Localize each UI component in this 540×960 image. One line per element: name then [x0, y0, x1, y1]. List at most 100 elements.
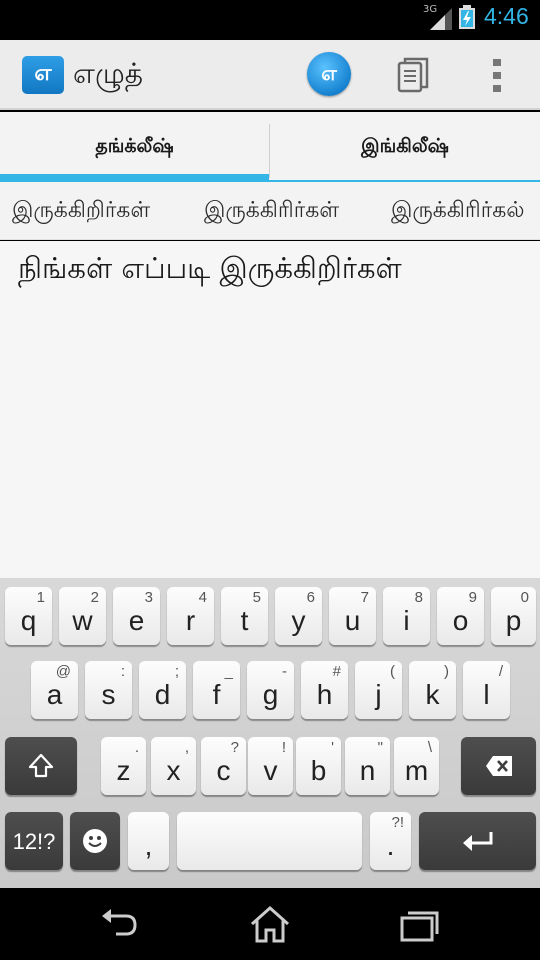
- backspace-key[interactable]: [461, 737, 536, 795]
- key-label: l: [483, 679, 490, 710]
- shift-key[interactable]: [5, 737, 77, 795]
- clock: 4:46: [484, 3, 529, 29]
- key-label: x: [166, 755, 181, 786]
- key-hint: (: [390, 663, 395, 680]
- key-label: i: [403, 605, 410, 636]
- key-hint: 6: [306, 589, 315, 606]
- tab-label: இங்கிலீஷ்: [361, 134, 449, 157]
- key-v[interactable]: ! v: [248, 737, 293, 795]
- key-m[interactable]: \ m: [394, 737, 439, 795]
- key-p[interactable]: 0p: [491, 587, 536, 645]
- back-icon[interactable]: [98, 904, 142, 944]
- overflow-menu-icon[interactable]: [484, 54, 510, 96]
- emoji-key[interactable]: [70, 812, 120, 870]
- key-s[interactable]: :s: [85, 661, 132, 719]
- key-t[interactable]: 5t: [221, 587, 268, 645]
- copy-icon[interactable]: [396, 56, 430, 94]
- key-n[interactable]: " n: [345, 737, 390, 795]
- tamil-mode-icon[interactable]: எ: [307, 52, 351, 96]
- key-hint: \: [427, 739, 432, 756]
- key-hint: 2: [90, 589, 99, 606]
- emoji-icon: [83, 829, 107, 853]
- key-hint: ?!: [391, 814, 404, 831]
- key-hint: /: [498, 663, 503, 680]
- key-hint: @: [55, 663, 71, 680]
- key-l[interactable]: / l: [463, 661, 510, 719]
- keyboard: 1q 2w 3e 4r 5t 6y 7u 8i 9o 0p @ a :s ; d _…: [0, 578, 540, 888]
- key-u[interactable]: 7u: [329, 587, 376, 645]
- key-g[interactable]: -g: [247, 661, 294, 719]
- key-f[interactable]: _ f: [193, 661, 240, 719]
- key-label: p: [505, 605, 522, 636]
- key-label: a: [46, 679, 63, 710]
- key-x[interactable]: ,x: [151, 737, 196, 795]
- key-hint: 4: [198, 589, 207, 606]
- key-label: y: [291, 605, 306, 636]
- key-label: 12!?: [12, 829, 56, 854]
- key-label: w: [72, 605, 93, 636]
- suggestion-item[interactable]: இருக்கிரிர்கள்: [204, 198, 339, 226]
- key-label: k: [425, 679, 440, 710]
- status-bar: 3G 4:46: [0, 0, 540, 40]
- key-i[interactable]: 8i: [383, 587, 430, 645]
- key-hint: ?: [230, 739, 239, 756]
- tab-thanglish[interactable]: தங்க்லீஷ்: [0, 112, 269, 182]
- app-logo-text: எ: [34, 61, 52, 86]
- key-label: j: [375, 679, 382, 710]
- enter-key[interactable]: [419, 812, 536, 870]
- key-hint: ,: [184, 739, 189, 756]
- key-label: z: [116, 755, 131, 786]
- key-hint: 9: [468, 589, 477, 606]
- key-label: r: [185, 605, 196, 636]
- key-hint: ': [331, 739, 334, 756]
- key-hint: ): [444, 663, 449, 680]
- key-e[interactable]: 3e: [113, 587, 160, 645]
- key-label: h: [316, 679, 333, 710]
- app-title: எழுத்: [73, 57, 143, 90]
- key-label: b: [310, 755, 327, 786]
- tab-english[interactable]: இங்கிலீஷ்: [270, 112, 540, 182]
- key-k[interactable]: ) k: [409, 661, 456, 719]
- editor-text: நிங்கள் எப்படி இருக்கிறிர்கள்: [18, 251, 402, 285]
- tamil-mode-text: எ: [321, 60, 337, 85]
- period-key[interactable]: ?! .: [370, 812, 411, 870]
- battery-charging-icon: [459, 5, 475, 29]
- recents-icon[interactable]: [398, 904, 442, 944]
- key-j[interactable]: (j: [355, 661, 402, 719]
- key-r[interactable]: 4r: [167, 587, 214, 645]
- symbols-key[interactable]: 12!?: [5, 812, 63, 870]
- comma-key[interactable]: ,: [128, 812, 169, 870]
- key-label: f: [212, 679, 221, 710]
- key-c[interactable]: ? c: [201, 737, 246, 795]
- suggestion-item[interactable]: இருக்கிரிர்கல்: [391, 198, 525, 226]
- mode-tabs: தங்க்லீஷ் இங்கிலீஷ்: [0, 112, 540, 182]
- key-hint: -: [282, 663, 287, 680]
- key-hint: 0: [520, 589, 529, 606]
- key-z[interactable]: .z: [101, 737, 146, 795]
- suggestion-item[interactable]: இருக்கிறிர்கள்: [12, 198, 150, 226]
- space-key[interactable]: [177, 812, 362, 870]
- key-hint: !: [281, 739, 286, 756]
- key-q[interactable]: 1q: [5, 587, 52, 645]
- key-b[interactable]: ' b: [296, 737, 341, 795]
- suggestion-strip: இருக்கிறிர்கள் இருக்கிரிர்கள் இருக்கிரிர…: [0, 182, 540, 240]
- home-icon[interactable]: [248, 904, 292, 944]
- key-w[interactable]: 2w: [59, 587, 106, 645]
- key-hint: :: [120, 663, 125, 680]
- key-hint: 7: [360, 589, 369, 606]
- key-a[interactable]: @ a: [31, 661, 78, 719]
- key-o[interactable]: 9o: [437, 587, 484, 645]
- key-label: d: [154, 679, 171, 710]
- key-d[interactable]: ; d: [139, 661, 186, 719]
- key-y[interactable]: 6y: [275, 587, 322, 645]
- key-h[interactable]: # h: [301, 661, 348, 719]
- key-hint: 3: [144, 589, 153, 606]
- app-logo-icon[interactable]: எ: [22, 56, 64, 94]
- key-label: u: [344, 605, 361, 636]
- key-hint: ": [377, 739, 383, 756]
- key-label: ,: [144, 830, 153, 861]
- key-label: .: [386, 830, 395, 861]
- key-hint: _: [224, 663, 233, 680]
- key-label: s: [101, 679, 116, 710]
- text-editor[interactable]: நிங்கள் எப்படி இருக்கிறிர்கள்: [0, 241, 540, 579]
